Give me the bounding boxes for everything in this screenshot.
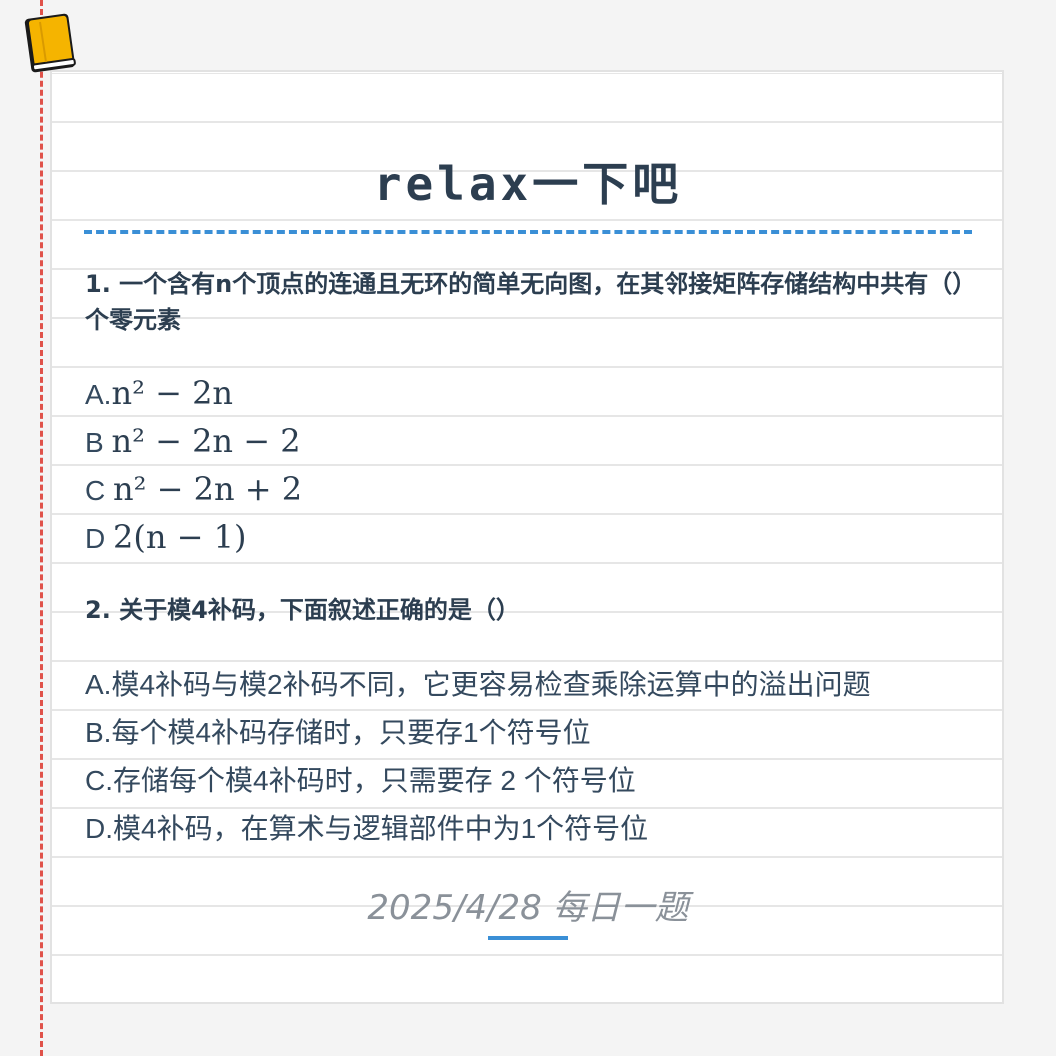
option-letter: A. bbox=[85, 379, 112, 410]
question-1-option-c: C n² − 2n + 2 bbox=[85, 465, 975, 513]
question-2-option-a: A.模4补码与模2补码不同，它更容易检查乘除运算中的溢出问题 bbox=[85, 669, 871, 700]
option-math: n² − 2n − 2 bbox=[111, 422, 301, 460]
question-2-options: A.模4补码与模2补码不同，它更容易检查乘除运算中的溢出问题 B.每个模4补码存… bbox=[85, 661, 975, 853]
question-2-option-d: D.模4补码，在算术与逻辑部件中为1个符号位 bbox=[85, 813, 649, 844]
option-letter: D bbox=[85, 523, 113, 554]
question-1-option-d: D 2(n − 1) bbox=[85, 513, 975, 561]
page-title: relax一下吧 bbox=[373, 157, 683, 211]
question-2-option-c: C.存储每个模4补码时，只需要存 2 个符号位 bbox=[85, 765, 636, 796]
question-2: 2. 关于模4补码，下面叙述正确的是（） bbox=[85, 596, 520, 624]
option-math: 2(n − 1) bbox=[113, 518, 247, 556]
option-letter: C bbox=[85, 475, 113, 506]
page: relax一下吧 1. 一个含有n个顶点的连通且无环的简单无向图，在其邻接矩阵存… bbox=[0, 0, 1056, 1056]
question-1-option-a: A.n² − 2n bbox=[85, 369, 975, 417]
footer-underline bbox=[488, 936, 568, 940]
option-math: n² − 2n bbox=[111, 374, 234, 412]
title-divider bbox=[84, 230, 972, 234]
footer-date: 2025/4/28 每日一题 bbox=[367, 888, 689, 928]
question-2-option-b: B.每个模4补码存储时，只要存1个符号位 bbox=[85, 717, 591, 748]
option-letter: B bbox=[85, 427, 112, 458]
question-1: 1. 一个含有n个顶点的连通且无环的简单无向图，在其邻接矩阵存储结构中共有（）个… bbox=[85, 270, 965, 334]
question-1-options: A.n² − 2n B n² − 2n − 2 C n² − 2n + 2 D … bbox=[85, 369, 975, 561]
question-1-option-b: B n² − 2n − 2 bbox=[85, 417, 975, 465]
option-math: n² − 2n + 2 bbox=[113, 470, 303, 508]
notebook-icon bbox=[24, 13, 76, 73]
